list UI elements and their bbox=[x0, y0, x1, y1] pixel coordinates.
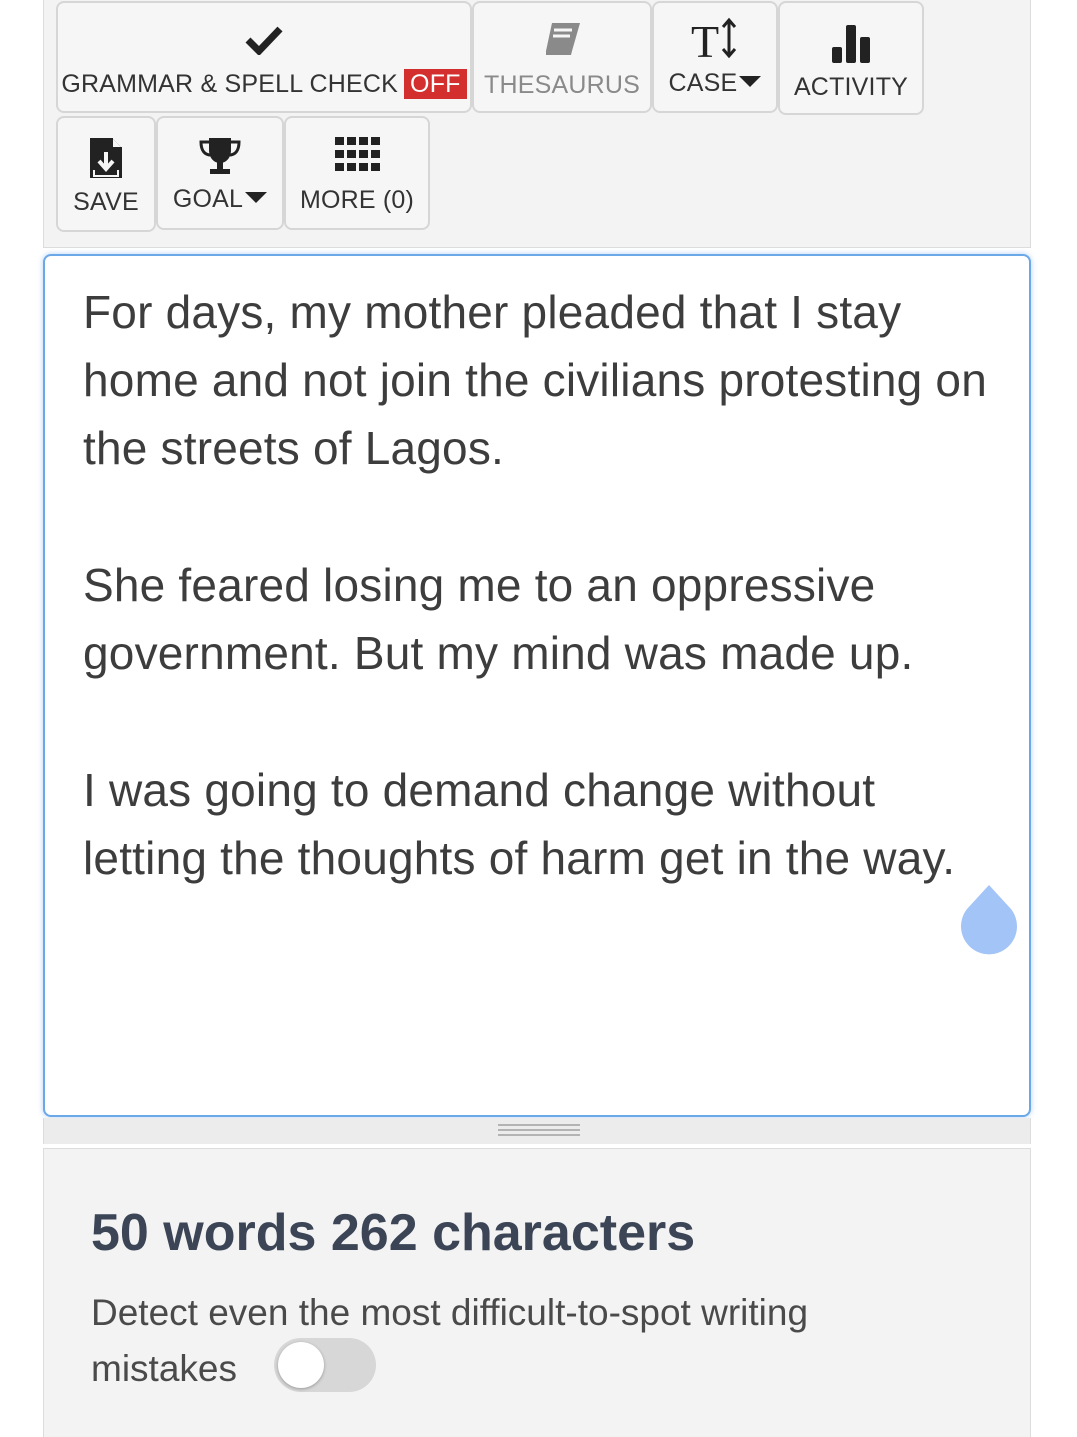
more-label: MORE (0) bbox=[299, 186, 415, 214]
cursor-handle-icon[interactable] bbox=[959, 885, 1019, 957]
book-icon bbox=[474, 21, 650, 59]
goal-label: GOAL bbox=[158, 185, 282, 214]
goal-label-text: GOAL bbox=[172, 185, 244, 213]
grammar-spell-check-label: GRAMMAR & SPELL CHECK OFF bbox=[58, 69, 470, 99]
bar-chart-icon bbox=[780, 23, 922, 65]
grammar-spell-check-button[interactable]: GRAMMAR & SPELL CHECK OFF bbox=[56, 1, 472, 113]
checkmark-icon bbox=[58, 25, 470, 55]
svg-text:T: T bbox=[691, 17, 719, 61]
activity-button[interactable]: ACTIVITY bbox=[778, 1, 924, 115]
stats-panel: 50 words 262 characters Detect even the … bbox=[43, 1148, 1031, 1437]
editor-paragraph: For days, my mother pleaded that I stay … bbox=[83, 286, 988, 474]
chevron-down-icon bbox=[245, 191, 268, 203]
text-case-icon: T bbox=[654, 17, 776, 61]
chevron-down-icon bbox=[739, 75, 762, 87]
case-label-text: CASE bbox=[668, 69, 738, 97]
text-editor[interactable]: For days, my mother pleaded that I stay … bbox=[43, 254, 1031, 1117]
thesaurus-label: THESAURUS bbox=[484, 71, 640, 99]
toolbar-panel: GRAMMAR & SPELL CHECK OFF THESAURUS T CAS… bbox=[43, 0, 1031, 248]
grammar-label-text: GRAMMAR & SPELL CHECK bbox=[61, 70, 399, 98]
resize-grip-line bbox=[498, 1124, 580, 1126]
word-character-count: 50 words 262 characters bbox=[91, 1204, 696, 1262]
activity-label: ACTIVITY bbox=[793, 73, 909, 101]
trophy-icon bbox=[158, 136, 282, 176]
resize-grip-line bbox=[498, 1134, 580, 1136]
editor-paragraph: She feared losing me to an oppressive go… bbox=[83, 559, 914, 679]
resize-grip-line bbox=[498, 1129, 580, 1131]
status-badge: OFF bbox=[404, 69, 467, 99]
toggle-knob bbox=[278, 1342, 324, 1388]
case-dropdown-button[interactable]: T CASE bbox=[652, 1, 778, 113]
goal-dropdown-button[interactable]: GOAL bbox=[156, 116, 284, 230]
thesaurus-button[interactable]: THESAURUS bbox=[472, 1, 652, 113]
more-button[interactable]: MORE (0) bbox=[284, 116, 430, 230]
save-button[interactable]: SAVE bbox=[56, 116, 156, 232]
grid-icon bbox=[286, 136, 428, 172]
save-file-icon bbox=[58, 136, 154, 180]
detect-mistakes-label: Detect even the most difficult-to-spot w… bbox=[91, 1292, 809, 1389]
save-label: SAVE bbox=[73, 188, 139, 216]
detect-mistakes-toggle[interactable] bbox=[274, 1338, 376, 1392]
editor-resize-handle[interactable] bbox=[43, 1118, 1031, 1144]
editor-paragraph: I was going to demand change without let… bbox=[83, 764, 956, 884]
case-label: CASE bbox=[654, 69, 776, 98]
